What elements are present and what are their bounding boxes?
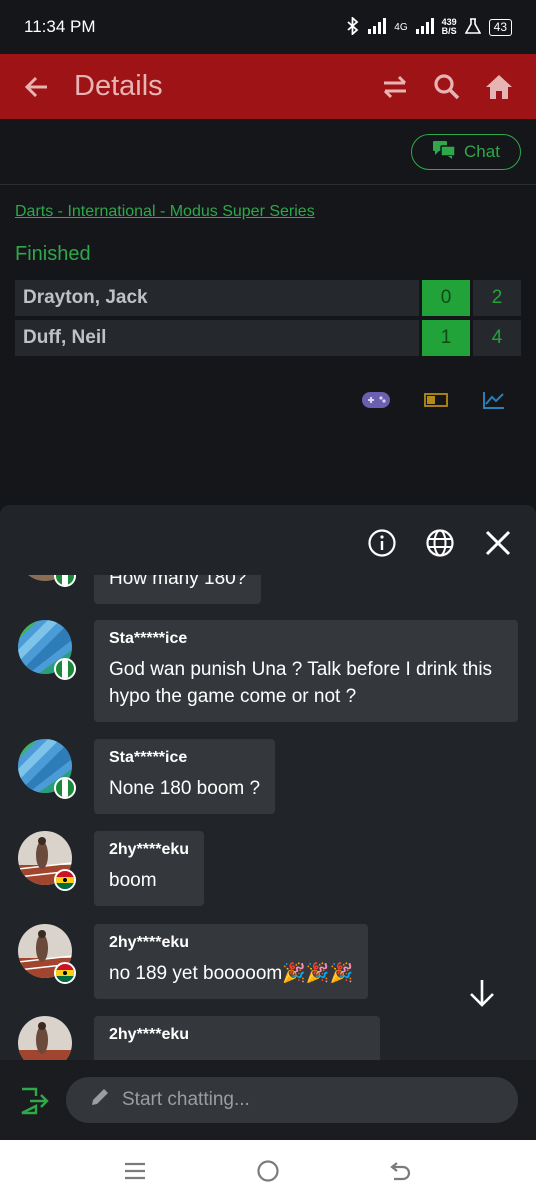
message-bubble: Sta*****ice None 180 boom ? [94, 739, 276, 814]
score-row-player-1: Drayton, Jack 0 2 [15, 280, 521, 316]
home-circle-icon[interactable] [254, 1157, 282, 1185]
message-bubble: 2hy****eku boom [94, 831, 205, 906]
search-icon[interactable] [430, 70, 464, 104]
gamepad-icon[interactable] [360, 386, 392, 414]
chat-message-input[interactable]: Start chatting... [66, 1077, 518, 1123]
country-flag-icon [54, 869, 76, 891]
close-icon[interactable] [480, 525, 516, 561]
home-icon[interactable] [482, 70, 516, 104]
ticket-icon[interactable] [420, 386, 452, 414]
chat-panel: How many 180? Sta*****ice God wan punish… [0, 505, 536, 1140]
message-username: Sta*****ice [109, 630, 188, 647]
message-text: boom [109, 870, 157, 891]
flask-icon [464, 17, 482, 37]
message-bubble: How many 180? [94, 575, 262, 604]
message-text: God wan punish Una ? Talk before I drink… [109, 659, 493, 707]
status-bar: 11:34 PM 4G 439 B/S 43 [0, 0, 536, 54]
action-icons [0, 386, 536, 414]
message-text: None 180 boom ? [109, 778, 261, 799]
swap-icon[interactable] [378, 70, 412, 104]
stats-chart-icon[interactable] [478, 386, 510, 414]
chat-toolbar [364, 525, 516, 561]
scroll-down-arrow-icon[interactable] [464, 975, 500, 1011]
globe-icon[interactable] [422, 525, 458, 561]
chat-input-placeholder: Start chatting... [122, 1089, 250, 1110]
message-bubble: Sta*****ice God wan punish Una ? Talk be… [94, 620, 518, 722]
legs-score: 2 [473, 280, 521, 316]
data-speed: 439 B/S [441, 17, 457, 36]
message-bubble: 2hy****eku no 189 yet booooom🎉🎉🎉 [94, 924, 369, 999]
battery-indicator: 43 [488, 18, 512, 36]
chat-input-bar: Start chatting... [0, 1060, 536, 1140]
user-avatar [18, 1016, 72, 1060]
chat-button-label: Chat [464, 142, 500, 161]
match-status: Finished [15, 243, 91, 265]
bluetooth-icon [346, 15, 360, 38]
score-row-player-2: Duff, Neil 1 4 [15, 320, 521, 356]
app-bar: Details [0, 54, 536, 119]
signal-icon [368, 17, 387, 37]
message-username: 2hy****eku [109, 841, 190, 858]
signal-icon-2 [415, 17, 434, 37]
country-flag-icon [54, 575, 76, 587]
chat-messages[interactable]: How many 180? Sta*****ice God wan punish… [0, 575, 536, 1060]
sets-score: 1 [422, 320, 470, 356]
sets-score: 0 [422, 280, 470, 316]
message-username: 2hy****eku [109, 934, 190, 951]
network-type-label: 4G [394, 21, 408, 33]
system-navigation-bar [0, 1140, 536, 1200]
chat-button-row: Chat [0, 119, 536, 185]
message-username: 2hy****eku [109, 1026, 190, 1043]
exit-chat-icon[interactable] [18, 1085, 50, 1117]
player-name: Drayton, Jack [15, 280, 419, 316]
info-icon[interactable] [364, 525, 400, 561]
status-time: 11:34 PM [24, 17, 96, 36]
player-name: Duff, Neil [15, 320, 419, 356]
pencil-icon [90, 1087, 110, 1113]
back-icon[interactable] [386, 1157, 414, 1185]
status-icons: 4G 439 B/S 43 [346, 15, 512, 38]
message-username: Sta*****ice [109, 749, 188, 766]
page-title: Details [74, 70, 163, 102]
message-bubble: 2hy****eku [94, 1016, 380, 1060]
legs-score: 4 [473, 320, 521, 356]
back-arrow-icon[interactable] [20, 70, 54, 104]
country-flag-icon [54, 962, 76, 984]
country-flag-icon [54, 777, 76, 799]
message-text: How many 180? [109, 575, 247, 589]
competition-link[interactable]: Darts - International - Modus Super Seri… [15, 203, 315, 221]
country-flag-icon [54, 658, 76, 680]
chat-bubbles-icon [432, 140, 456, 165]
chat-button[interactable]: Chat [411, 134, 521, 170]
message-text: no 189 yet booooom🎉🎉🎉 [109, 963, 354, 984]
menu-icon[interactable] [121, 1157, 149, 1185]
